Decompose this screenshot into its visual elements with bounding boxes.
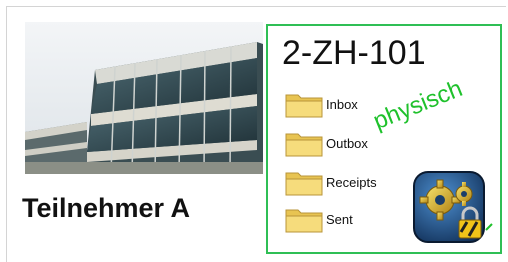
- folder-icon: [285, 209, 323, 233]
- mailbox-id: 2-ZH-101: [282, 34, 426, 72]
- folder-icon: [285, 133, 323, 157]
- gears-lock-icon[interactable]: [410, 170, 496, 248]
- participant-label: Teilnehmer A: [22, 193, 191, 223]
- folder-label: Receipts: [326, 174, 377, 190]
- folder-icon: [285, 172, 323, 196]
- folder-icon: [285, 94, 323, 118]
- folder-label: Outbox: [326, 135, 368, 151]
- folder-inbox[interactable]: Inbox: [284, 89, 358, 119]
- folder-sent[interactable]: Sent: [284, 204, 353, 234]
- physical-stamp: physisch: [369, 75, 467, 136]
- folder-label: Sent: [326, 211, 353, 227]
- office-building-photo: [25, 22, 263, 174]
- folder-outbox[interactable]: Outbox: [284, 128, 368, 158]
- folder-label: Inbox: [326, 96, 358, 112]
- folder-receipts[interactable]: Receipts: [284, 167, 377, 197]
